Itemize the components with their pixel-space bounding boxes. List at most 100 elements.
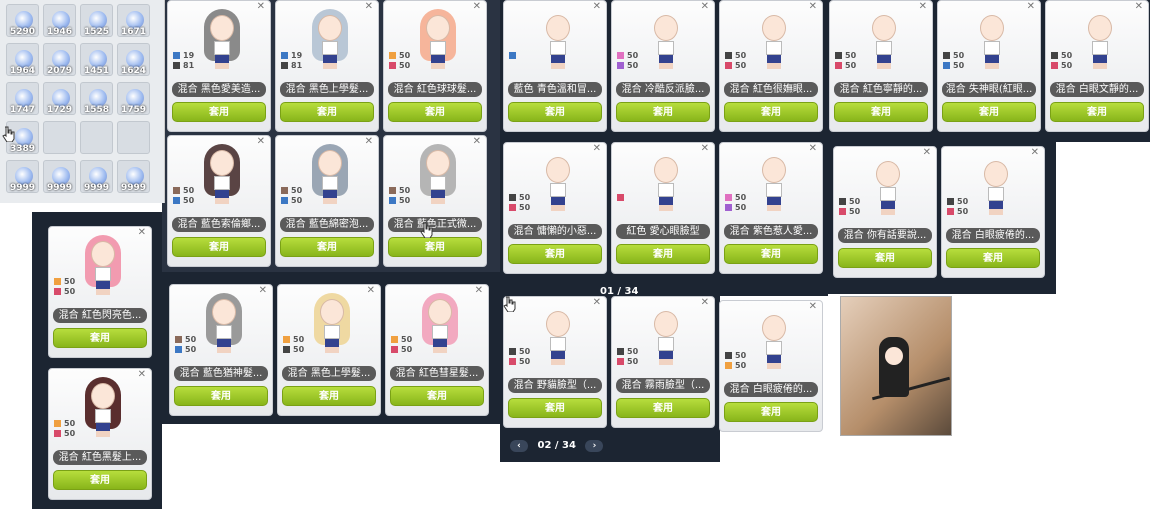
style-card[interactable]: ✕ 50 50 混合 紅色球球髮... 套用 xyxy=(383,0,487,132)
style-card[interactable]: ✕ 50 50 混合 藍色索倫鄉... 套用 xyxy=(167,135,271,267)
style-card[interactable]: ✕ 藍色 青色溫和冒... 套用 xyxy=(503,0,607,132)
legs xyxy=(431,190,445,198)
inventory-slot[interactable]: 5290 xyxy=(6,4,39,37)
close-icon[interactable]: ✕ xyxy=(1031,148,1039,158)
inventory-slot[interactable]: 1624 xyxy=(117,43,150,76)
style-card[interactable]: ✕ 50 50 混合 失神眼(紅眼... 套用 xyxy=(937,0,1041,132)
color-ratio: 50 50 xyxy=(947,197,968,217)
apply-button[interactable]: 套用 xyxy=(508,398,602,418)
prev-page-button[interactable]: ‹ xyxy=(510,440,528,452)
close-icon[interactable]: ✕ xyxy=(138,228,146,238)
apply-button[interactable]: 套用 xyxy=(174,386,268,406)
apply-button[interactable]: 套用 xyxy=(508,102,602,122)
apply-button[interactable]: 套用 xyxy=(616,244,710,264)
inventory-slot[interactable]: 1964 xyxy=(6,43,39,76)
close-icon[interactable]: ✕ xyxy=(475,286,483,296)
close-icon[interactable]: ✕ xyxy=(919,2,927,12)
apply-button[interactable]: 套用 xyxy=(508,244,602,264)
close-icon[interactable]: ✕ xyxy=(923,148,931,158)
style-card[interactable]: ✕ 50 50 混合 藍色猶神髮... 套用 xyxy=(169,284,273,416)
style-card[interactable]: ✕ 50 50 混合 藍色綿密泡... 套用 xyxy=(275,135,379,267)
apply-button[interactable]: 套用 xyxy=(724,102,818,122)
close-icon[interactable]: ✕ xyxy=(473,2,481,12)
style-card[interactable]: ✕ 50 50 混合 野貓臉型（... 套用 xyxy=(503,296,607,428)
close-icon[interactable]: ✕ xyxy=(1027,2,1035,12)
apply-button[interactable]: 套用 xyxy=(616,102,710,122)
style-card[interactable]: ✕ 50 50 混合 紅色很嫵眼... 套用 xyxy=(719,0,823,132)
style-card[interactable]: ✕ 50 50 混合 白眼疲倦的... 套用 xyxy=(941,146,1045,278)
apply-button[interactable]: 套用 xyxy=(724,402,818,422)
inventory-slot[interactable]: 1747 xyxy=(6,82,39,115)
apply-button[interactable]: 套用 xyxy=(838,248,932,268)
style-card[interactable]: ✕ 50 50 混合 紅色閃亮色... 套用 xyxy=(48,226,152,358)
style-card[interactable]: ✕ 50 50 混合 你有話要說... 套用 xyxy=(833,146,937,278)
apply-button[interactable]: 套用 xyxy=(1050,102,1144,122)
apply-button[interactable]: 套用 xyxy=(390,386,484,406)
apply-button[interactable]: 套用 xyxy=(172,237,266,257)
close-icon[interactable]: ✕ xyxy=(1135,2,1143,12)
apply-button[interactable]: 套用 xyxy=(280,102,374,122)
style-card[interactable]: ✕ 50 50 混合 紅色彗星髮... 套用 xyxy=(385,284,489,416)
close-icon[interactable]: ✕ xyxy=(367,286,375,296)
apply-button[interactable]: 套用 xyxy=(946,248,1040,268)
close-icon[interactable]: ✕ xyxy=(701,298,709,308)
close-icon[interactable]: ✕ xyxy=(701,144,709,154)
apply-button[interactable]: 套用 xyxy=(834,102,928,122)
close-icon[interactable]: ✕ xyxy=(593,144,601,154)
ratio-value: 81 xyxy=(183,61,195,70)
inventory-slot[interactable]: 2079 xyxy=(43,43,76,76)
apply-button[interactable]: 套用 xyxy=(616,398,710,418)
apply-button[interactable]: 套用 xyxy=(282,386,376,406)
style-card[interactable]: ✕ 50 50 混合 霧雨臉型（... 套用 xyxy=(611,296,715,428)
inventory-slot[interactable]: 9999 xyxy=(6,160,39,193)
inventory-slot[interactable] xyxy=(43,121,76,154)
next-page-button[interactable]: › xyxy=(585,440,604,452)
apply-button[interactable]: 套用 xyxy=(53,470,147,490)
close-icon[interactable]: ✕ xyxy=(809,144,817,154)
inventory-slot[interactable]: 1671 xyxy=(117,4,150,37)
style-card[interactable]: ✕ 50 50 混合 藍色正式微... 套用 xyxy=(383,135,487,267)
inventory-slot[interactable]: 1525 xyxy=(80,4,113,37)
apply-button[interactable]: 套用 xyxy=(942,102,1036,122)
inventory-slot[interactable]: 1729 xyxy=(43,82,76,115)
style-card[interactable]: ✕ 紅色 愛心眼臉型 套用 xyxy=(611,142,715,274)
close-icon[interactable]: ✕ xyxy=(259,286,267,296)
close-icon[interactable]: ✕ xyxy=(809,302,817,312)
apply-button[interactable]: 套用 xyxy=(388,237,482,257)
inventory-slot[interactable] xyxy=(80,121,113,154)
inventory-slot[interactable] xyxy=(117,121,150,154)
close-icon[interactable]: ✕ xyxy=(365,137,373,147)
inventory-slot[interactable]: 1759 xyxy=(117,82,150,115)
color-swatch xyxy=(725,52,732,59)
style-card[interactable]: ✕ 50 50 混合 紅色寧靜的... 套用 xyxy=(829,0,933,132)
close-icon[interactable]: ✕ xyxy=(473,137,481,147)
style-card[interactable]: ✕ 50 50 混合 白眼文靜的... 套用 xyxy=(1045,0,1149,132)
style-card[interactable]: ✕ 50 50 混合 紅色黑髮上... 套用 xyxy=(48,368,152,500)
close-icon[interactable]: ✕ xyxy=(138,370,146,380)
style-card[interactable]: ✕ 50 50 混合 冷酷反派臉... 套用 xyxy=(611,0,715,132)
inventory-slot[interactable]: 1946 xyxy=(43,4,76,37)
apply-button[interactable]: 套用 xyxy=(172,102,266,122)
apply-button[interactable]: 套用 xyxy=(388,102,482,122)
apply-button[interactable]: 套用 xyxy=(724,244,818,264)
inventory-slot[interactable]: 9999 xyxy=(80,160,113,193)
apply-button[interactable]: 套用 xyxy=(53,328,147,348)
close-icon[interactable]: ✕ xyxy=(257,137,265,147)
inventory-slot[interactable]: 1558 xyxy=(80,82,113,115)
color-swatch xyxy=(509,194,516,201)
close-icon[interactable]: ✕ xyxy=(809,2,817,12)
style-card[interactable]: ✕ 19 81 混合 黑色上學髮... 套用 xyxy=(275,0,379,132)
style-card[interactable]: ✕ 50 50 混合 紫色惹人愛... 套用 xyxy=(719,142,823,274)
close-icon[interactable]: ✕ xyxy=(701,2,709,12)
inventory-slot[interactable]: 1451 xyxy=(80,43,113,76)
close-icon[interactable]: ✕ xyxy=(365,2,373,12)
style-card[interactable]: ✕ 50 50 混合 黑色上學髮... 套用 xyxy=(277,284,381,416)
style-card[interactable]: ✕ 19 81 混合 黑色愛美造... 套用 xyxy=(167,0,271,132)
apply-button[interactable]: 套用 xyxy=(280,237,374,257)
inventory-slot[interactable]: 9999 xyxy=(117,160,150,193)
close-icon[interactable]: ✕ xyxy=(257,2,265,12)
close-icon[interactable]: ✕ xyxy=(593,2,601,12)
style-card[interactable]: ✕ 50 50 混合 慵懶的小惡... 套用 xyxy=(503,142,607,274)
style-card[interactable]: ✕ 50 50 混合 白眼疲倦的... 套用 xyxy=(719,300,823,432)
inventory-slot[interactable]: 9999 xyxy=(43,160,76,193)
